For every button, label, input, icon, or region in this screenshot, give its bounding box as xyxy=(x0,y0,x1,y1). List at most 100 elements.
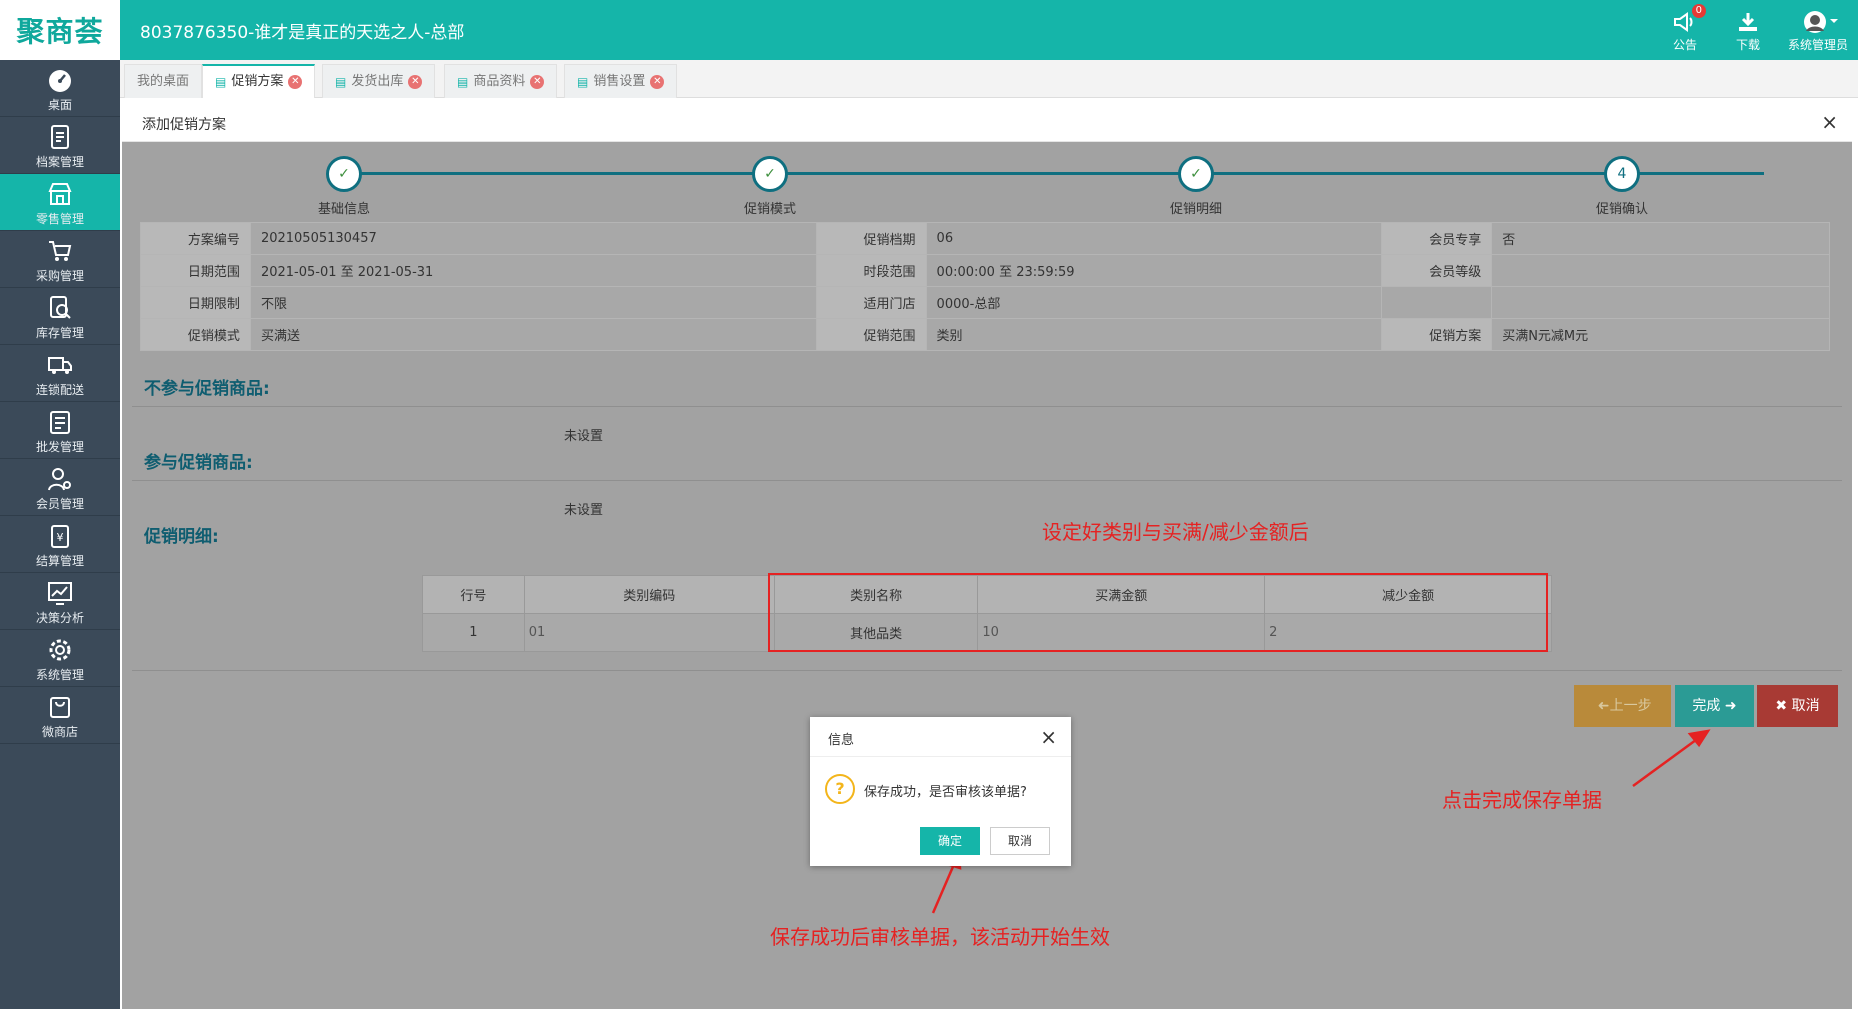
close-icon: ✖ xyxy=(1775,698,1792,714)
sidebar: 桌面 档案管理 零售管理 采购管理 库存管理 连锁配送 批发管理 会员管理 ¥ … xyxy=(0,60,120,1009)
previous-step-button[interactable]: ➜ 上一步 xyxy=(1574,685,1671,727)
tab-sales-settings[interactable]: ▤ 销售设置 ✕ xyxy=(564,64,678,98)
info-row: 日期限制 不限 适用门店 0000-总部 xyxy=(140,286,1830,319)
annotation-dialog-note: 保存成功后审核单据，该活动开始生效 xyxy=(770,925,1110,949)
settlement-icon: ¥ xyxy=(0,522,120,550)
wholesale-icon xyxy=(0,408,120,436)
question-icon: ? xyxy=(825,774,855,804)
step-4-number: 4 xyxy=(1604,156,1640,192)
user-menu[interactable]: 系统管理员 xyxy=(1788,10,1848,53)
sidebar-item-archive[interactable]: 档案管理 xyxy=(0,117,120,174)
cart-icon xyxy=(0,237,120,265)
sidebar-item-label: 库存管理 xyxy=(35,326,84,340)
panel-title: 添加促销方案 xyxy=(142,117,226,133)
sidebar-item-label: 零售管理 xyxy=(35,212,84,226)
page-title: 8037876350-谁才是真正的天选之人-总部 xyxy=(140,23,465,43)
row-number-cell: 1 xyxy=(422,613,525,652)
annotation-done-note: 点击完成保存单据 xyxy=(1442,788,1602,812)
sidebar-item-purchase[interactable]: 采购管理 xyxy=(0,231,120,288)
main-content: ✓ 基础信息 ✓ 促销模式 ✓ 促销明细 4 促销确认 方案编号 2021050… xyxy=(122,142,1852,1009)
notice-count-badge: 0 xyxy=(1691,4,1706,18)
sidebar-item-label: 系统管理 xyxy=(35,668,84,682)
close-tab-icon[interactable]: ✕ xyxy=(288,75,303,89)
finish-label: 完成 xyxy=(1692,698,1721,714)
annotation-highlight-box xyxy=(768,573,1548,652)
tab-my-desktop[interactable]: 我的桌面 xyxy=(124,64,203,98)
cancel-button[interactable]: ✖ 取消 xyxy=(1757,685,1838,727)
info-value: 不限 xyxy=(249,286,817,319)
info-key: 促销模式 xyxy=(140,318,251,351)
file-icon xyxy=(0,123,120,151)
info-key: 日期范围 xyxy=(140,254,251,287)
user-label: 系统管理员 xyxy=(1788,38,1849,52)
category-code-cell[interactable]: 01 xyxy=(523,613,775,652)
info-key: 适用门店 xyxy=(815,286,927,319)
sidebar-item-settlement[interactable]: ¥ 结算管理 xyxy=(0,516,120,573)
dialog-cancel-button[interactable]: 取消 xyxy=(990,827,1050,855)
sidebar-item-system[interactable]: 系统管理 xyxy=(0,630,120,687)
divider xyxy=(132,670,1842,671)
dialog-title: 信息 xyxy=(810,717,1071,757)
divider xyxy=(132,406,1842,407)
sidebar-item-analysis[interactable]: 决策分析 xyxy=(0,573,120,630)
info-row: 方案编号 20210505130457 促销档期 06 会员专享 否 xyxy=(140,222,1830,255)
download-button[interactable]: 下载 xyxy=(1736,10,1760,53)
close-icon[interactable]: × xyxy=(1821,110,1838,134)
tab-product-data[interactable]: ▤ 商品资料 ✕ xyxy=(444,64,558,98)
dialog-message: 保存成功，是否审核该单据? xyxy=(864,785,1027,800)
tab-label: 商品资料 xyxy=(473,73,526,89)
tab-label: 我的桌面 xyxy=(137,73,190,89)
info-value: 0000-总部 xyxy=(925,286,1383,319)
step-1-check-icon: ✓ xyxy=(326,156,362,192)
info-key: 时段范围 xyxy=(815,254,927,287)
arrow-right-icon: ➜ xyxy=(1720,698,1737,714)
member-icon xyxy=(0,465,120,493)
close-icon[interactable]: × xyxy=(1040,725,1057,749)
info-key: 会员等级 xyxy=(1381,254,1493,287)
info-value: 买满送 xyxy=(249,318,817,351)
sidebar-item-distribution[interactable]: 连锁配送 xyxy=(0,345,120,402)
step-progress-line xyxy=(344,172,1764,175)
logo-text: 聚商荟 xyxy=(16,15,104,48)
document-icon: ▤ xyxy=(215,75,227,89)
tab-label: 销售设置 xyxy=(593,73,646,89)
finish-button[interactable]: 完成 ➜ xyxy=(1675,685,1754,727)
sidebar-item-microshop[interactable]: 微商店 xyxy=(0,687,120,744)
info-value xyxy=(1491,286,1830,319)
close-tab-icon[interactable]: ✕ xyxy=(408,74,423,89)
truck-icon xyxy=(0,351,120,379)
info-value xyxy=(1491,254,1830,287)
info-key: 会员专享 xyxy=(1381,222,1493,255)
document-icon: ▤ xyxy=(577,74,589,89)
sidebar-item-label: 桌面 xyxy=(47,98,72,112)
promotion-info-table: 方案编号 20210505130457 促销档期 06 会员专享 否 日期范围 … xyxy=(140,222,1830,351)
tab-shipping[interactable]: ▤ 发货出库 ✕ xyxy=(322,64,436,98)
sidebar-item-inventory[interactable]: 库存管理 xyxy=(0,288,120,345)
app-logo[interactable]: 聚商荟 xyxy=(0,0,120,60)
sidebar-item-label: 连锁配送 xyxy=(35,383,84,397)
download-label: 下载 xyxy=(1736,38,1761,52)
close-tab-icon[interactable]: ✕ xyxy=(530,74,545,89)
info-value: 类别 xyxy=(925,318,1383,351)
excluded-products-title: 不参与促销商品: xyxy=(144,379,270,399)
step-3-label: 促销明细 xyxy=(1169,202,1222,217)
sidebar-item-member[interactable]: 会员管理 xyxy=(0,459,120,516)
sidebar-item-wholesale[interactable]: 批发管理 xyxy=(0,402,120,459)
info-row: 日期范围 2021-05-01 至 2021-05-31 时段范围 00:00:… xyxy=(140,254,1830,287)
tab-label: 促销方案 xyxy=(231,74,284,89)
column-header: 类别编码 xyxy=(523,575,775,614)
gear-icon xyxy=(0,636,120,664)
info-value: 00:00:00 至 23:59:59 xyxy=(925,254,1383,287)
sidebar-item-desktop[interactable]: 桌面 xyxy=(0,60,120,117)
confirm-button[interactable]: 确定 xyxy=(920,827,980,855)
tab-promotion[interactable]: ▤ 促销方案 ✕ xyxy=(202,64,316,98)
info-value: 20210505130457 xyxy=(249,222,817,255)
close-tab-icon[interactable]: ✕ xyxy=(650,74,665,89)
panel-header: 添加促销方案 × xyxy=(122,104,1852,142)
notice-button[interactable]: 0 公告 xyxy=(1672,4,1706,53)
sidebar-item-retail[interactable]: 零售管理 xyxy=(0,174,120,231)
step-2-label: 促销模式 xyxy=(743,202,796,217)
sidebar-item-label: 结算管理 xyxy=(35,554,84,568)
notice-label: 公告 xyxy=(1672,38,1697,52)
info-value: 否 xyxy=(1491,222,1830,255)
